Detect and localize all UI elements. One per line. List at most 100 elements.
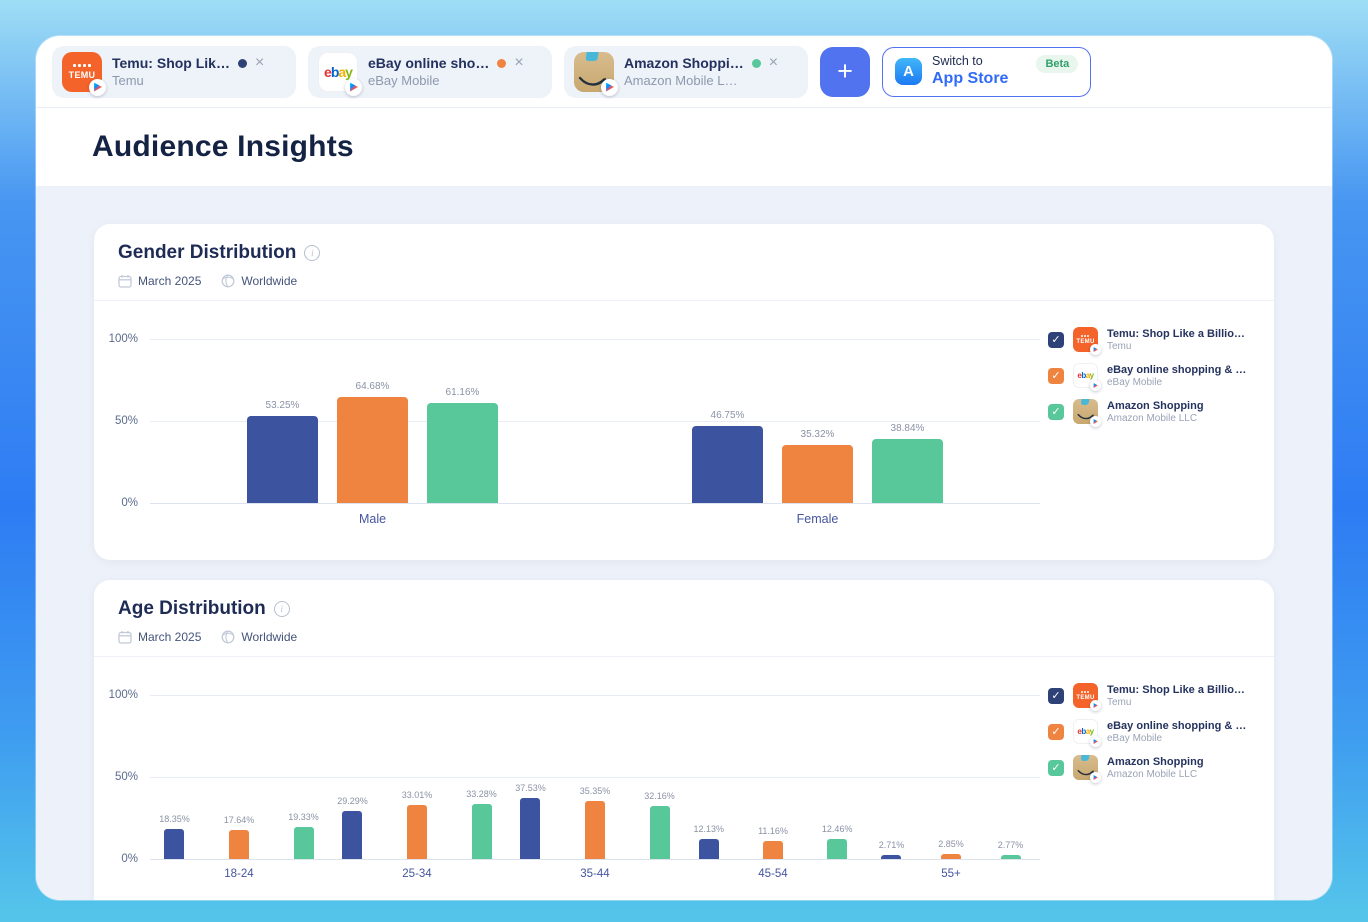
chart-bar-ebay[interactable]: [941, 854, 961, 859]
app-window: TEMUTemu: Shop Lik…×Temu ebay eBay online …: [36, 36, 1332, 900]
x-category-label: 25-34: [328, 868, 506, 880]
chart-bar-ebay[interactable]: [407, 805, 427, 859]
bar-group-35-44: 37.53%35.35%32.16%: [506, 695, 684, 859]
bar-value-label: 2.71%: [879, 840, 905, 850]
ebay-app-icon: ebay: [318, 52, 358, 92]
status-dot: [497, 59, 506, 68]
legend-item-amazon: ✓Amazon ShoppingAmazon Mobile LLC: [1048, 755, 1260, 780]
chart-bar-temu[interactable]: [692, 426, 763, 503]
bar-value-label: 35.35%: [580, 786, 611, 796]
close-icon[interactable]: ×: [255, 55, 264, 71]
chart-bar-amazon[interactable]: [472, 804, 492, 859]
legend-app-name: Amazon Shopping: [1107, 400, 1204, 412]
bar-value-label: 38.84%: [891, 423, 925, 434]
y-tick: 50%: [94, 771, 138, 783]
app-tabs: TEMUTemu: Shop Lik…×TemuebayeBay online …: [52, 46, 808, 98]
status-dot: [238, 59, 247, 68]
beta-badge: Beta: [1036, 55, 1078, 73]
gender-distribution-card: Gender Distribution i March 2025 Worldwi…: [94, 224, 1274, 560]
chart-bar-amazon[interactable]: [827, 839, 847, 859]
legend-checkbox[interactable]: ✓: [1048, 368, 1064, 384]
chart-bar-temu[interactable]: [342, 811, 362, 859]
bar-group-18-24: 18.35%17.64%19.33%: [150, 695, 328, 859]
chart-bar-amazon[interactable]: [872, 439, 943, 503]
axis-line: [150, 503, 1040, 504]
bar-value-label: 33.01%: [402, 790, 433, 800]
chart-bar-ebay[interactable]: [337, 397, 408, 503]
legend-app-name: Temu: Shop Like a Billio…: [1107, 684, 1245, 696]
legend-publisher: Temu: [1107, 341, 1245, 352]
bar-value-label: 2.77%: [998, 840, 1024, 850]
ebay-app-icon: ebay: [1073, 363, 1098, 388]
google-play-badge-icon: [1090, 772, 1101, 783]
temu-app-icon: TEMU: [1073, 683, 1098, 708]
add-app-button[interactable]: +: [820, 47, 870, 97]
chart-bar-ebay[interactable]: [782, 445, 853, 503]
google-play-badge-icon: [1090, 416, 1101, 427]
bar-chart: 100% 50% 0% 53.25%64.68%61.16%46.75%35.3…: [94, 301, 1048, 526]
card-header: Age Distribution i March 2025 Worldwide: [94, 580, 1274, 656]
bar-value-label: 33.28%: [466, 789, 497, 799]
chart-bar-temu[interactable]: [699, 839, 719, 859]
chart-bar-temu[interactable]: [247, 416, 318, 503]
bar-value-label: 37.53%: [515, 783, 546, 793]
date-filter: March 2025: [118, 630, 201, 644]
chart-bar-amazon[interactable]: [294, 827, 314, 859]
chart-bar-amazon[interactable]: [650, 806, 670, 859]
tab-subtitle: Amazon Mobile L…: [624, 73, 778, 88]
chart-bar-amazon[interactable]: [1001, 855, 1021, 860]
app-tab-temu[interactable]: TEMUTemu: Shop Lik…×Temu: [52, 46, 296, 98]
chart-bar-temu[interactable]: [164, 829, 184, 859]
chart-bar-ebay[interactable]: [585, 801, 605, 859]
legend-checkbox[interactable]: ✓: [1048, 760, 1064, 776]
legend-item-ebay: ✓ebayeBay online shopping & …eBay Mobile: [1048, 363, 1260, 388]
axis-line: [150, 859, 1040, 860]
close-icon[interactable]: ×: [514, 55, 523, 71]
date-label: March 2025: [138, 274, 201, 288]
tab-title: Amazon Shoppi…: [624, 55, 744, 71]
tab-subtitle: eBay Mobile: [368, 73, 524, 88]
globe-icon: [221, 630, 235, 644]
bar-value-label: 12.46%: [822, 824, 853, 834]
legend-checkbox[interactable]: ✓: [1048, 724, 1064, 740]
close-icon[interactable]: ×: [769, 55, 778, 71]
info-icon[interactable]: i: [274, 601, 290, 617]
google-play-badge-icon: [89, 79, 106, 96]
legend-app-name: eBay online shopping & …: [1107, 720, 1246, 732]
x-category-label: Female: [595, 512, 1040, 526]
bar-group-45-54: 12.13%11.16%12.46%: [684, 695, 862, 859]
app-tab-ebay[interactable]: ebayeBay online sho…×eBay Mobile: [308, 46, 552, 98]
y-tick: 0%: [94, 497, 138, 509]
chart-bar-amazon[interactable]: [427, 403, 498, 503]
amazon-app-icon: [1073, 755, 1098, 780]
chart-bar-ebay[interactable]: [229, 830, 249, 859]
chart-legend: ✓TEMUTemu: Shop Like a Billio…Temu✓ebaye…: [1048, 301, 1274, 526]
x-category-label: Male: [150, 512, 595, 526]
date-label: March 2025: [138, 630, 201, 644]
card-title: Age Distribution: [118, 598, 266, 620]
legend-checkbox[interactable]: ✓: [1048, 688, 1064, 704]
app-store-icon: A: [895, 58, 922, 85]
bar-value-label: 17.64%: [224, 815, 255, 825]
legend-item-temu: ✓TEMUTemu: Shop Like a Billio…Temu: [1048, 683, 1260, 708]
chart-bar-temu[interactable]: [881, 855, 901, 859]
google-play-badge-icon: [1090, 344, 1101, 355]
legend-checkbox[interactable]: ✓: [1048, 404, 1064, 420]
chart-bar-temu[interactable]: [520, 798, 540, 860]
bar-group-Female: 46.75%35.32%38.84%: [595, 339, 1040, 503]
legend-checkbox[interactable]: ✓: [1048, 332, 1064, 348]
chart-bar-ebay[interactable]: [763, 841, 783, 859]
legend-item-ebay: ✓ebayeBay online shopping & …eBay Mobile: [1048, 719, 1260, 744]
ebay-app-icon: ebay: [1073, 719, 1098, 744]
info-icon[interactable]: i: [304, 245, 320, 261]
bar-value-label: 19.33%: [288, 812, 319, 822]
legend-app-name: eBay online shopping & …: [1107, 364, 1246, 376]
tape-icon: [1081, 399, 1090, 405]
amazon-app-icon: [574, 52, 614, 92]
app-tab-amazon[interactable]: Amazon Shoppi… × Amazon Mobile L…: [564, 46, 808, 98]
switch-to-app-store-button[interactable]: A Switch to App Store Beta: [882, 47, 1091, 97]
google-play-badge-icon: [345, 79, 362, 96]
bar-value-label: 11.16%: [758, 826, 788, 836]
bar-value-label: 46.75%: [711, 410, 745, 421]
x-category-label: 18-24: [150, 868, 328, 880]
